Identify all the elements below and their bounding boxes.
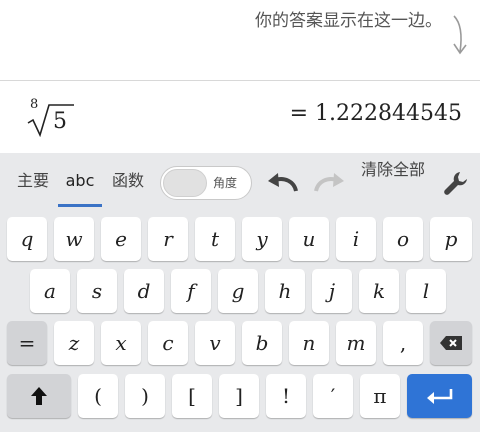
key-i[interactable]: i [336, 217, 376, 261]
key-g[interactable]: g [218, 269, 258, 313]
radical-sign [27, 104, 74, 137]
key-x[interactable]: x [101, 321, 141, 365]
backspace-icon [440, 336, 462, 350]
tab-functions[interactable]: 函数 [104, 165, 152, 197]
angle-toggle[interactable]: 角度 [160, 166, 252, 200]
angle-label: 角度 [213, 176, 238, 190]
key-o[interactable]: o [383, 217, 423, 261]
key-v[interactable]: v [195, 321, 235, 365]
key-l[interactable]: l [406, 269, 446, 313]
key-prime[interactable]: ′ [313, 374, 353, 418]
wrench-icon[interactable] [442, 169, 470, 197]
keyboard-toolbar: 主要 abc 函数 角度 清除全部 [0, 153, 480, 211]
key-open-paren[interactable]: ( [78, 374, 118, 418]
active-tab-indicator [58, 204, 102, 207]
key-h[interactable]: h [265, 269, 305, 313]
key-b[interactable]: b [242, 321, 282, 365]
key-factorial[interactable]: ! [266, 374, 306, 418]
shift-up-arrow-icon [31, 387, 47, 405]
enter-icon [426, 389, 452, 404]
key-s[interactable]: s [77, 269, 117, 313]
key-z[interactable]: z [54, 321, 94, 365]
answer-hint: 你的答案显示在这一边。 [0, 0, 480, 80]
key-p[interactable]: p [430, 217, 472, 261]
hint-text: 你的答案显示在这一边。 [255, 11, 442, 31]
key-j[interactable]: j [312, 269, 352, 313]
key-d[interactable]: d [124, 269, 164, 313]
key-k[interactable]: k [359, 269, 399, 313]
key-comma[interactable]: , [383, 321, 423, 365]
key-c[interactable]: c [148, 321, 188, 365]
redo-icon[interactable] [312, 169, 346, 195]
key-pi[interactable]: π [360, 374, 400, 418]
toggle-knob[interactable] [163, 169, 207, 197]
backspace-key[interactable] [430, 321, 472, 365]
enter-key[interactable] [407, 374, 472, 418]
key-a[interactable]: a [30, 269, 70, 313]
key-e[interactable]: e [101, 217, 141, 261]
curved-down-arrow-icon [453, 15, 467, 55]
radicand: 5 [53, 109, 67, 134]
key-close-paren[interactable]: ) [125, 374, 165, 418]
expression-input[interactable]: 8 5 [26, 97, 86, 137]
key-n[interactable]: n [289, 321, 329, 365]
tab-abc[interactable]: abc [58, 165, 102, 197]
math-keyboard: 主要 abc 函数 角度 清除全部 q w e r t y u i o p a … [0, 153, 480, 432]
key-f[interactable]: f [171, 269, 211, 313]
shift-key[interactable] [7, 374, 71, 418]
key-equals[interactable]: = [7, 321, 47, 365]
expression-row[interactable]: 8 5 = 1.222844545 [0, 81, 480, 153]
key-u[interactable]: u [289, 217, 329, 261]
key-open-bracket[interactable]: [ [172, 374, 212, 418]
key-r[interactable]: r [148, 217, 188, 261]
key-t[interactable]: t [195, 217, 235, 261]
result-value: = 1.222844545 [289, 101, 462, 126]
key-y[interactable]: y [242, 217, 282, 261]
key-m[interactable]: m [336, 321, 376, 365]
key-q[interactable]: q [7, 217, 47, 261]
clear-all-button[interactable]: 清除全部 [358, 157, 428, 183]
undo-icon[interactable] [266, 169, 300, 195]
key-w[interactable]: w [54, 217, 94, 261]
key-close-bracket[interactable]: ] [219, 374, 259, 418]
tab-main[interactable]: 主要 [10, 165, 56, 197]
